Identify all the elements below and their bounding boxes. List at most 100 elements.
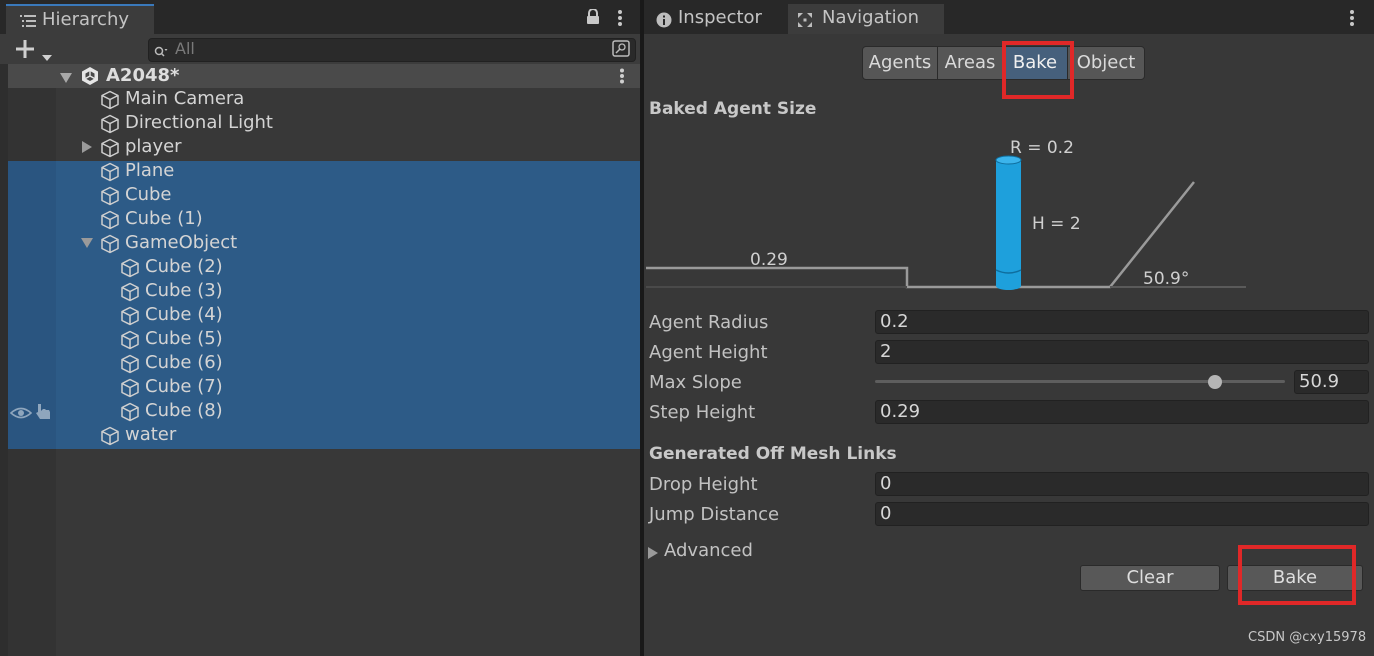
hierarchy-row-label: player (125, 136, 182, 157)
hierarchy-row[interactable]: Cube (4) (0, 304, 640, 328)
agent-height-field[interactable]: 2 (875, 340, 1369, 364)
scene-search-icon[interactable] (611, 40, 631, 63)
hierarchy-row-label: Cube (2) (145, 256, 223, 277)
expand-arrow-icon[interactable] (80, 141, 94, 155)
hierarchy-row-label: Cube (1) (125, 208, 203, 229)
slider-track (875, 380, 1285, 383)
collapse-arrow-icon[interactable] (80, 237, 94, 251)
hierarchy-row[interactable]: Cube (2) (0, 256, 640, 280)
hierarchy-row-label: Cube (125, 184, 172, 205)
slider-thumb[interactable] (1208, 375, 1223, 389)
hierarchy-row-label: Cube (8) (145, 400, 223, 421)
ground-line (646, 181, 1195, 289)
slope-label: 50.9° (1143, 269, 1190, 289)
hierarchy-row[interactable]: water (0, 424, 640, 448)
visibility-eye-icon[interactable] (9, 405, 33, 425)
gameobject-cube-icon (120, 402, 140, 422)
hierarchy-row-label: water (125, 424, 177, 445)
hierarchy-row[interactable]: Cube (1) (0, 208, 640, 232)
gameobject-cube-icon (100, 138, 120, 158)
hierarchy-row[interactable]: Cube (0, 184, 640, 208)
agent-radius-field[interactable]: 0.2 (875, 310, 1369, 334)
watermark: CSDN @cxy15978 (1248, 630, 1367, 645)
gameobject-cube-icon (120, 330, 140, 350)
search-field[interactable]: All (148, 38, 636, 62)
max-slope-slider[interactable] (875, 370, 1287, 394)
hierarchy-row-label: Plane (125, 160, 175, 181)
gameobject-cube-icon (100, 162, 120, 182)
navigation-menu-icon[interactable] (1349, 9, 1355, 32)
gameobject-cube-icon (100, 114, 120, 134)
hierarchy-row-label: Cube (6) (145, 352, 223, 373)
hierarchy-row-label: Cube (3) (145, 280, 223, 301)
height-label: H = 2 (1032, 214, 1081, 234)
step-label: 0.29 (750, 250, 788, 270)
hierarchy-row[interactable]: Cube (5) (0, 328, 640, 352)
tab-inspector-label: Inspector (678, 7, 762, 28)
tab-areas[interactable]: Areas (937, 46, 1003, 80)
tab-object[interactable]: Object (1067, 46, 1145, 80)
plus-icon (16, 40, 34, 63)
baked-agent-size-title: Baked Agent Size (649, 99, 817, 119)
list-icon (20, 13, 36, 33)
hierarchy-row[interactable]: Cube (7) (0, 376, 640, 400)
hierarchy-row-label: Cube (4) (145, 304, 223, 325)
hierarchy-tab-label: Hierarchy (42, 9, 130, 30)
hierarchy-row[interactable]: GameObject (0, 232, 640, 256)
agent-height-label: Agent Height (649, 342, 768, 363)
info-icon (656, 12, 672, 33)
gameobject-cube-icon (100, 186, 120, 206)
tab-navigation-label: Navigation (822, 7, 920, 28)
gameobject-cube-icon (100, 90, 120, 110)
jump-distance-label: Jump Distance (649, 504, 780, 525)
clear-button[interactable]: Clear (1080, 565, 1220, 591)
hierarchy-row-label: Directional Light (125, 112, 273, 133)
max-slope-field[interactable]: 50.9 (1294, 370, 1369, 394)
gameobject-cube-icon (120, 306, 140, 326)
scene-header-row[interactable]: A2048* (8, 64, 640, 88)
max-slope-label: Max Slope (649, 372, 742, 393)
tab-navigation[interactable]: Navigation (788, 4, 944, 34)
hierarchy-row-label: Cube (7) (145, 376, 223, 397)
bake-tab-highlight (1002, 41, 1074, 99)
gameobject-cube-icon (100, 234, 120, 254)
hierarchy-row-label: GameObject (125, 232, 238, 253)
hierarchy-row[interactable]: Plane (0, 160, 640, 184)
scene-name: A2048* (106, 65, 180, 86)
hierarchy-row[interactable]: Cube (3) (0, 280, 640, 304)
agent-radius-label: Agent Radius (649, 312, 769, 333)
pickable-hand-icon[interactable] (34, 403, 54, 426)
scene-menu-icon[interactable] (619, 68, 625, 89)
gameobject-cube-icon (100, 426, 120, 446)
jump-distance-field[interactable]: 0 (875, 502, 1369, 526)
hierarchy-menu-icon[interactable] (617, 9, 623, 32)
hierarchy-row[interactable]: Main Camera (0, 88, 640, 112)
create-button[interactable] (16, 38, 56, 63)
hierarchy-row[interactable]: Cube (8) (0, 400, 640, 424)
search-placeholder: All (175, 39, 195, 58)
gameobject-cube-icon (120, 258, 140, 278)
hierarchy-tab[interactable]: Hierarchy (6, 4, 154, 34)
agent-cylinder (995, 155, 1022, 290)
hierarchy-row[interactable]: Cube (6) (0, 352, 640, 376)
gameobject-cube-icon (100, 210, 120, 230)
hierarchy-row-label: Cube (5) (145, 328, 223, 349)
offmesh-links-title: Generated Off Mesh Links (649, 444, 897, 464)
lock-icon[interactable] (586, 8, 600, 30)
gameobject-cube-icon (120, 354, 140, 374)
navigation-panel: Inspector Navigation Agents Areas Bake O… (644, 0, 1374, 656)
collapse-arrow-icon[interactable] (60, 69, 72, 89)
gameobject-cube-icon (120, 282, 140, 302)
navigation-icon (797, 12, 813, 33)
gameobject-cube-icon (120, 378, 140, 398)
drop-height-field[interactable]: 0 (875, 472, 1369, 496)
bake-button-highlight (1238, 545, 1356, 605)
advanced-label: Advanced (664, 540, 753, 561)
step-height-field[interactable]: 0.29 (875, 400, 1369, 424)
hierarchy-row[interactable]: player (0, 136, 640, 160)
hierarchy-row[interactable]: Directional Light (0, 112, 640, 136)
tab-agents[interactable]: Agents (862, 46, 938, 80)
advanced-foldout[interactable]: Advanced (648, 540, 848, 562)
tab-inspector[interactable]: Inspector (644, 4, 784, 34)
hierarchy-row-label: Main Camera (125, 88, 245, 109)
